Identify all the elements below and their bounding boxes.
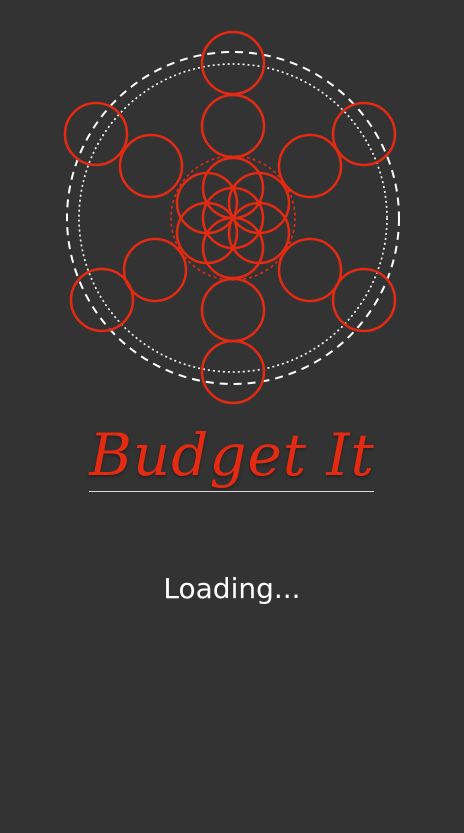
app-title: Budget It <box>89 421 375 489</box>
loading-text: Loading... <box>163 572 301 605</box>
logo-circle-bottom-inner <box>200 277 266 343</box>
logo-circle-upper-left-outer <box>63 101 129 167</box>
sacred-geometry-logo-icon <box>63 30 400 405</box>
logo-circle-lower-right-inner <box>277 237 343 303</box>
splash-screen: Budget It Loading... <box>0 0 464 833</box>
title-divider <box>89 491 374 492</box>
logo-circle-top-inner <box>200 93 266 159</box>
logo-circle-upper-left-inner <box>118 133 184 199</box>
logo-circle-top-outer <box>200 30 266 96</box>
logo-circle-lower-left-outer <box>69 267 135 333</box>
logo <box>0 0 464 420</box>
logo-circle-lower-left-inner <box>122 237 188 303</box>
logo-circle-upper-right-inner <box>277 133 343 199</box>
logo-circle-upper-right-outer <box>331 101 397 167</box>
